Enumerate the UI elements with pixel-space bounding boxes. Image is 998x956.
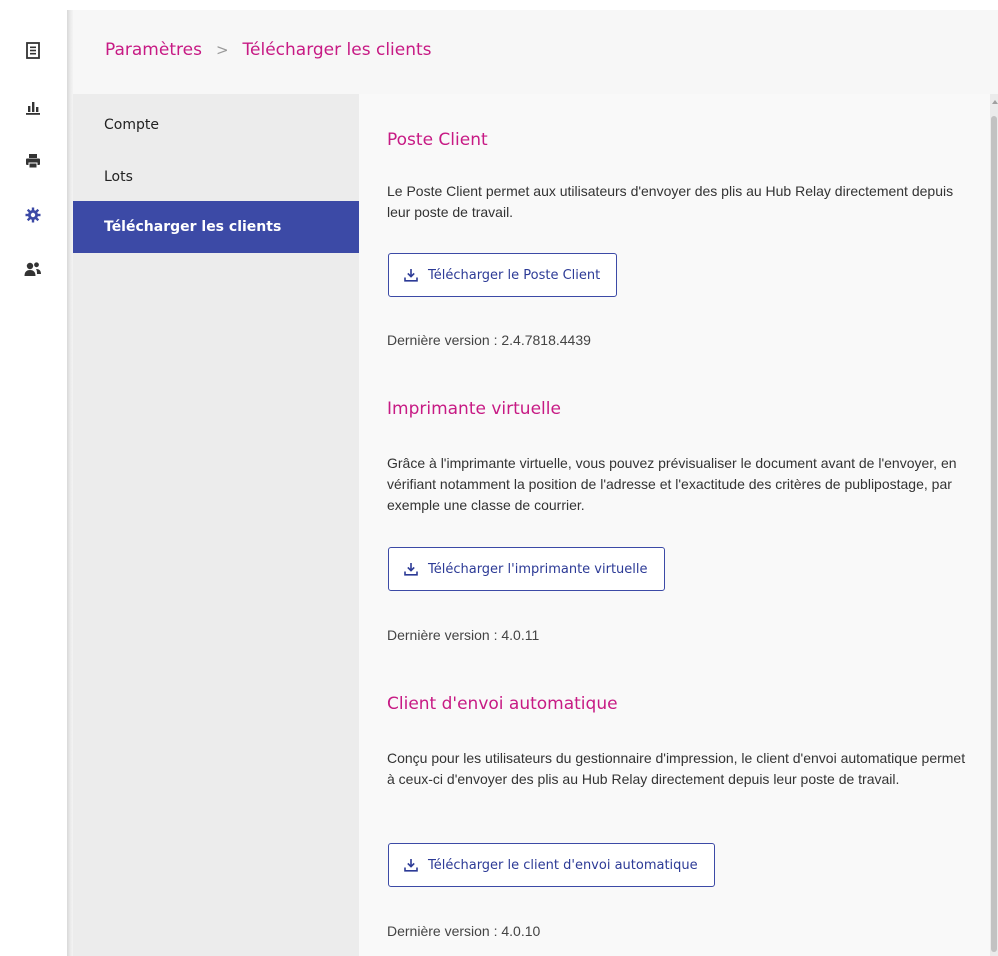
breadcrumb: Paramètres > Télécharger les clients xyxy=(105,40,432,60)
printer-icon[interactable] xyxy=(22,150,44,172)
scroll-up-arrow-icon[interactable] xyxy=(992,100,998,104)
section-title: Client d'envoi automatique xyxy=(387,694,618,714)
settings-nav: Compte Lots Télécharger les clients xyxy=(73,94,359,956)
icon-rail xyxy=(0,0,67,956)
gear-icon[interactable] xyxy=(22,204,44,226)
section-description-wrapper: Conçu pour les utilisateurs du gestionna… xyxy=(387,748,967,790)
section-description-wrapper: Le Poste Client permet aux utilisateurs … xyxy=(387,181,967,223)
breadcrumb-current: Télécharger les clients xyxy=(242,40,432,60)
version-text: Dernière version : 4.0.10 xyxy=(387,923,541,939)
section-description: Conçu pour les utilisateurs du gestionna… xyxy=(387,750,966,787)
page-header: Paramètres > Télécharger les clients xyxy=(73,10,998,94)
download-client-envoi-automatique-button[interactable]: Télécharger le client d'envoi automatiqu… xyxy=(388,843,715,887)
version-text: Dernière version : 4.0.11 xyxy=(387,627,540,643)
section-description-wrapper: Grâce à l'imprimante virtuelle, vous pou… xyxy=(387,453,967,516)
download-icon xyxy=(404,269,418,282)
download-icon xyxy=(404,859,418,872)
version-text: Dernière version : 2.4.7818.4439 xyxy=(387,332,591,348)
section-client-envoi-automatique: Client d'envoi automatique xyxy=(387,694,967,714)
bar-chart-icon[interactable] xyxy=(22,96,44,118)
main-content: Poste Client Le Poste Client permet aux … xyxy=(359,94,998,956)
scrollbar-thumb[interactable] xyxy=(991,116,997,952)
scrollbar[interactable] xyxy=(990,94,998,956)
nav-item-compte[interactable]: Compte xyxy=(73,99,359,151)
section-imprimante-virtuelle: Imprimante virtuelle xyxy=(387,399,967,419)
breadcrumb-root-link[interactable]: Paramètres xyxy=(105,40,202,60)
download-poste-client-button[interactable]: Télécharger le Poste Client xyxy=(388,253,618,297)
button-label: Télécharger le client d'envoi automatiqu… xyxy=(428,857,698,873)
button-label: Télécharger l'imprimante virtuelle xyxy=(428,561,648,577)
section-title: Imprimante virtuelle xyxy=(387,399,561,419)
breadcrumb-separator: > xyxy=(215,41,229,59)
nav-item-lots[interactable]: Lots xyxy=(73,151,359,203)
download-imprimante-virtuelle-button[interactable]: Télécharger l'imprimante virtuelle xyxy=(388,547,665,591)
section-poste-client: Poste Client xyxy=(387,130,967,150)
section-description: Grâce à l'imprimante virtuelle, vous pou… xyxy=(387,455,957,513)
section-description: Le Poste Client permet aux utilisateurs … xyxy=(387,183,954,220)
nav-item-telecharger-les-clients[interactable]: Télécharger les clients xyxy=(73,201,359,253)
document-icon[interactable] xyxy=(22,39,44,61)
download-icon xyxy=(404,563,418,576)
section-title: Poste Client xyxy=(387,130,488,150)
users-icon[interactable] xyxy=(22,258,44,280)
button-label: Télécharger le Poste Client xyxy=(428,267,601,283)
